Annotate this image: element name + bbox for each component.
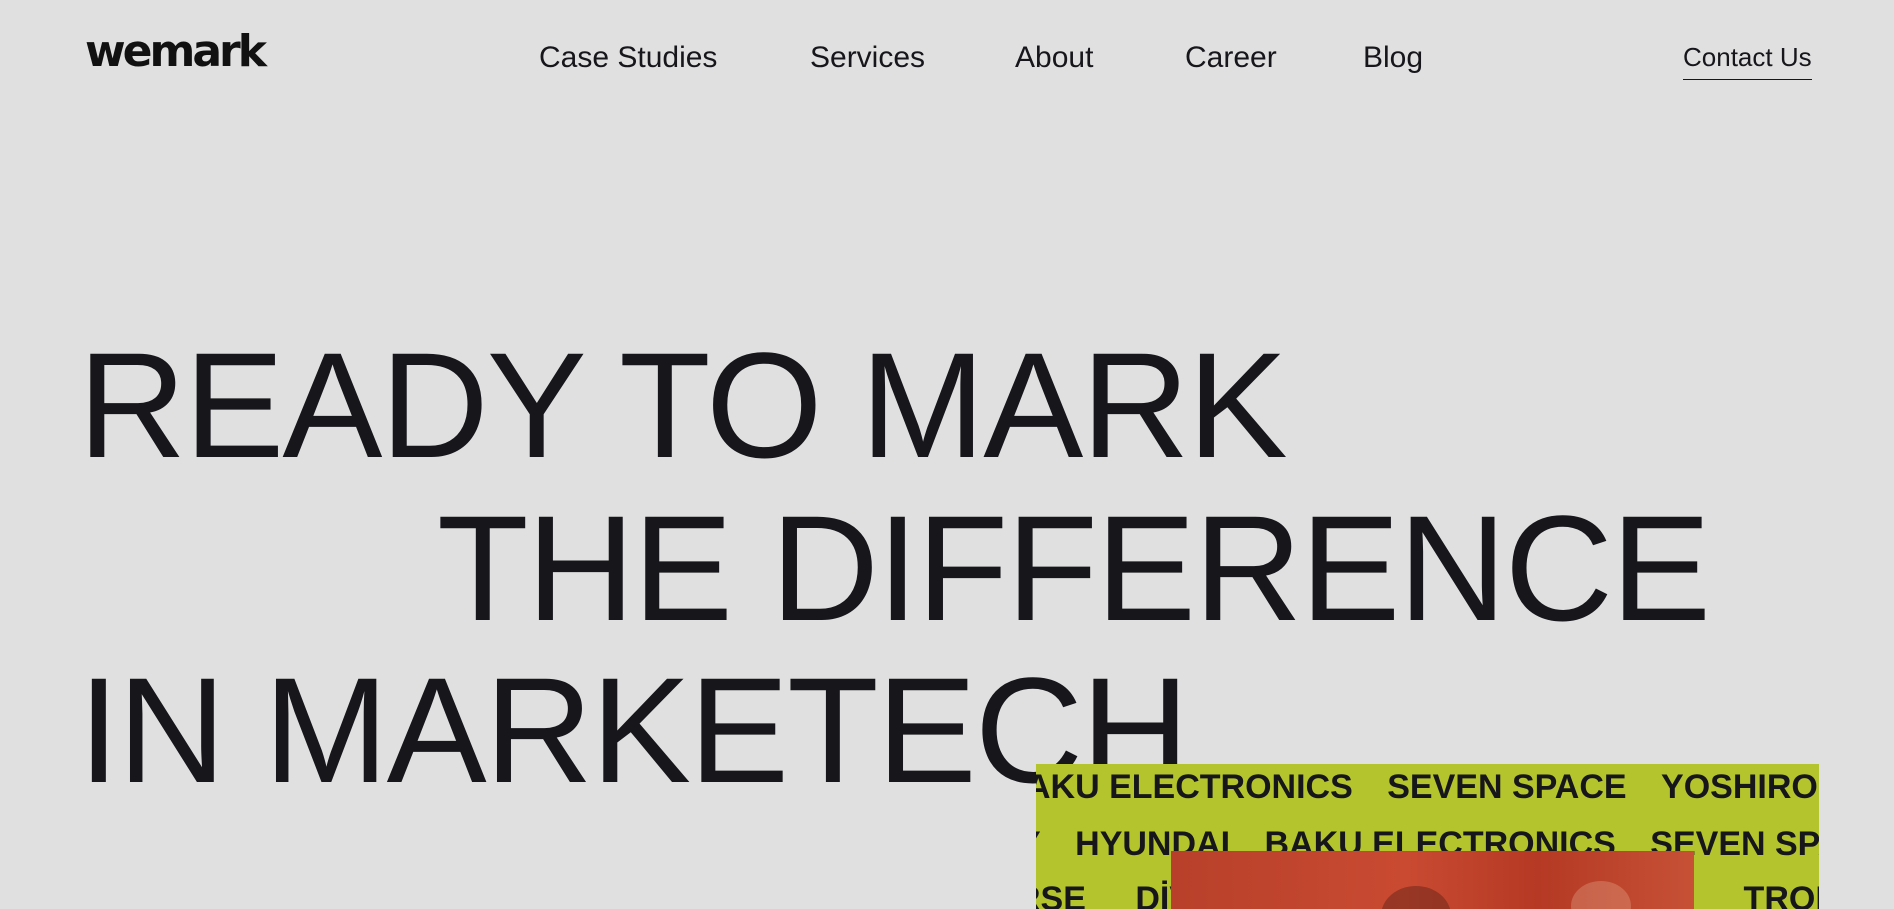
nav-services[interactable]: Services xyxy=(810,38,925,78)
ticker-item: YOSHIRO xyxy=(1661,768,1818,806)
nav-blog[interactable]: Blog xyxy=(1363,38,1423,78)
hero-heading-line-2: THE DIFFERENCE xyxy=(437,484,1711,652)
client-ticker: AKU ELECTRONICS SEVEN SPACE YOSHIRO Y HY… xyxy=(1036,764,1819,909)
ticker-item: TRONICS xyxy=(1743,880,1819,909)
ticker-item: RSE xyxy=(1036,880,1086,909)
ticker-item: SEVEN SPACE xyxy=(1387,768,1627,806)
showcase-video-thumbnail[interactable] xyxy=(1171,851,1694,909)
nav-case-studies[interactable]: Case Studies xyxy=(539,38,717,78)
ticker-item: AKU ELECTRONICS xyxy=(1036,768,1353,806)
wemark-logo[interactable]: wemark xyxy=(85,30,267,74)
video-content-shape xyxy=(1381,886,1451,909)
site-header: wemark Case Studies Services About Caree… xyxy=(0,0,1894,120)
contact-us-link[interactable]: Contact Us xyxy=(1683,40,1812,80)
hero-heading-line-1: READY TO MARK xyxy=(78,321,1288,489)
hero-heading-line-3: IN MARKETECH xyxy=(78,646,1189,814)
ticker-row: AKU ELECTRONICS SEVEN SPACE YOSHIRO xyxy=(1036,770,1819,804)
nav-about[interactable]: About xyxy=(1015,38,1093,78)
ticker-item: Y xyxy=(1036,827,1041,861)
nav-career[interactable]: Career xyxy=(1185,38,1277,78)
video-content-shape xyxy=(1571,881,1631,909)
